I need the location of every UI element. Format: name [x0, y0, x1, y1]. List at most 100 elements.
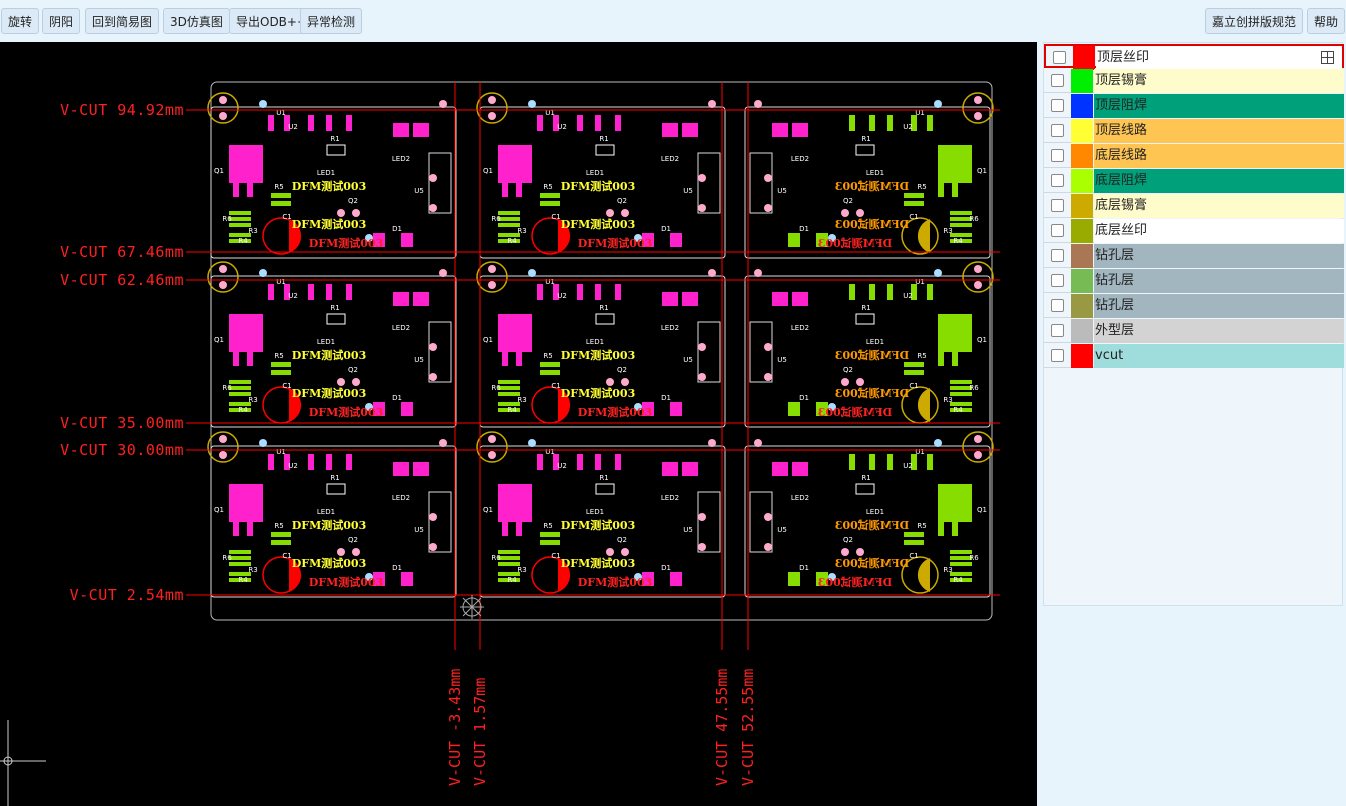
layer-checkbox[interactable] — [1051, 174, 1064, 187]
ref-label: R1 — [861, 474, 870, 482]
drill-hole — [974, 435, 982, 443]
diode-pad — [393, 292, 409, 306]
ref-label: U2 — [557, 462, 567, 470]
diode-pad — [670, 572, 682, 586]
layer-color-swatch[interactable] — [1071, 69, 1093, 93]
diode-pad — [401, 572, 413, 586]
layer-checkbox[interactable] — [1051, 124, 1064, 137]
layer-checkbox[interactable] — [1051, 324, 1064, 337]
layer-checkbox[interactable] — [1051, 74, 1064, 87]
diode-pad — [792, 292, 808, 306]
layer-row[interactable]: 钻孔层 — [1044, 244, 1344, 268]
layer-row[interactable]: 顶层线路 — [1044, 119, 1344, 143]
layer-checkbox[interactable] — [1051, 349, 1064, 362]
layer-color-swatch[interactable] — [1071, 219, 1093, 243]
resistor-pad — [229, 556, 251, 560]
origin-crosshair — [0, 720, 46, 806]
layer-color-swatch[interactable] — [1071, 294, 1093, 318]
smd-pad — [887, 115, 893, 131]
ref-label: U5 — [683, 356, 693, 364]
resistor-pad — [904, 370, 924, 375]
ic-body — [229, 145, 263, 183]
layer-color-swatch[interactable] — [1071, 194, 1093, 218]
layer-checkbox[interactable] — [1053, 51, 1066, 64]
drill-hole — [337, 378, 345, 386]
layer-row[interactable]: vcut — [1044, 344, 1344, 368]
layer-row[interactable]: 底层丝印 — [1044, 219, 1344, 243]
layer-checkbox[interactable] — [1051, 249, 1064, 262]
jlc-spec-button[interactable]: 嘉立创拼版规范 — [1205, 8, 1304, 34]
layer-checkbox[interactable] — [1051, 224, 1064, 237]
layer-color-swatch[interactable] — [1071, 144, 1093, 168]
layer-row[interactable]: 顶层阻焊 — [1044, 94, 1344, 118]
drill-hole — [352, 378, 360, 386]
resistor-pad — [271, 362, 291, 367]
resistor-pad — [229, 386, 251, 390]
layer-row[interactable]: 钻孔层 — [1044, 294, 1344, 318]
diode-pad — [792, 462, 808, 476]
fiducial — [259, 439, 267, 447]
ref-label: R3 — [943, 227, 952, 235]
layer-color-swatch[interactable] — [1071, 94, 1093, 118]
back-simple-button[interactable]: 回到简易图 — [85, 8, 160, 34]
layer-row[interactable]: 底层线路 — [1044, 144, 1344, 168]
layer-checkbox[interactable] — [1051, 274, 1064, 287]
smd-pad — [326, 454, 332, 470]
resistor-pad — [498, 217, 520, 221]
layer-color-swatch[interactable] — [1073, 46, 1095, 70]
rotate-button[interactable]: 旋转 — [1, 8, 40, 34]
ref-label: U2 — [288, 462, 298, 470]
layer-checkbox[interactable] — [1051, 199, 1064, 212]
layer-checkbox[interactable] — [1051, 99, 1064, 112]
layer-color-swatch[interactable] — [1071, 244, 1093, 268]
drill-hole — [439, 269, 447, 277]
fiducial — [934, 269, 942, 277]
ref-label: R1 — [330, 474, 339, 482]
resistor-pad — [950, 562, 972, 566]
resistor-pad — [271, 540, 291, 545]
drill-hole — [754, 439, 762, 447]
layer-name: 底层丝印 — [1094, 219, 1344, 243]
expand-grid-icon[interactable] — [1321, 51, 1334, 64]
pcb-canvas[interactable]: DFM测试003 DFM测试003 DFM测试003 U1 U2 R1 LED2 LED1 Q2… — [0, 42, 1037, 806]
ref-label: R6 — [222, 215, 232, 223]
layer-color-swatch[interactable] — [1071, 344, 1093, 368]
ref-label: Q1 — [483, 167, 493, 175]
ic-body — [498, 484, 532, 522]
ref-label: U2 — [557, 123, 567, 131]
slot-outline — [749, 152, 773, 214]
silk-label: DFM测试003 — [309, 405, 384, 419]
resistor-outline — [595, 313, 615, 325]
layer-row[interactable]: 底层阻焊 — [1044, 169, 1344, 193]
layer-row[interactable]: 顶层锡膏 — [1044, 69, 1344, 93]
layer-row[interactable]: 外型层 — [1044, 319, 1344, 343]
ref-label: Q1 — [483, 336, 493, 344]
help-button[interactable]: 帮助 — [1307, 8, 1346, 34]
layer-color-swatch[interactable] — [1071, 269, 1093, 293]
ref-label: LED1 — [317, 508, 335, 516]
layer-row[interactable]: 顶层丝印 — [1044, 44, 1344, 70]
silk-label: DFM测试003 — [561, 179, 636, 193]
fiducial — [528, 269, 536, 277]
smd-pad — [577, 284, 583, 300]
anomaly-check-button[interactable]: 异常检测 — [300, 8, 363, 34]
pcb-board: DFM测试003 DFM测试003 DFM测试003 U1U2 R1 LED2 LED1 Q2… — [207, 261, 457, 428]
layer-color-swatch[interactable] — [1071, 319, 1093, 343]
sim3d-button[interactable]: 3D仿真图 — [163, 8, 230, 34]
layer-row[interactable]: 底层锡膏 — [1044, 194, 1344, 218]
resistor-pad — [540, 362, 560, 367]
layer-color-swatch[interactable] — [1071, 169, 1093, 193]
layer-checkbox[interactable] — [1051, 299, 1064, 312]
layer-checkbox[interactable] — [1051, 149, 1064, 162]
layer-row[interactable]: 钻孔层 — [1044, 269, 1344, 293]
silk-label: DFM测试003 — [835, 518, 910, 532]
ref-label: R5 — [274, 352, 283, 360]
ref-label: R4 — [238, 576, 248, 584]
ref-label: C1 — [282, 213, 291, 221]
ref-label: R1 — [599, 304, 608, 312]
yinyang-button[interactable]: 阴阳 — [42, 8, 81, 34]
layer-color-swatch[interactable] — [1071, 119, 1093, 143]
drill-hole — [606, 548, 614, 556]
resistor-pad — [229, 211, 251, 215]
pcb-board: DFM测试003 DFM测试003 DFM测试003 U1U2 R1 LED2 LED1 Q2… — [207, 431, 457, 598]
